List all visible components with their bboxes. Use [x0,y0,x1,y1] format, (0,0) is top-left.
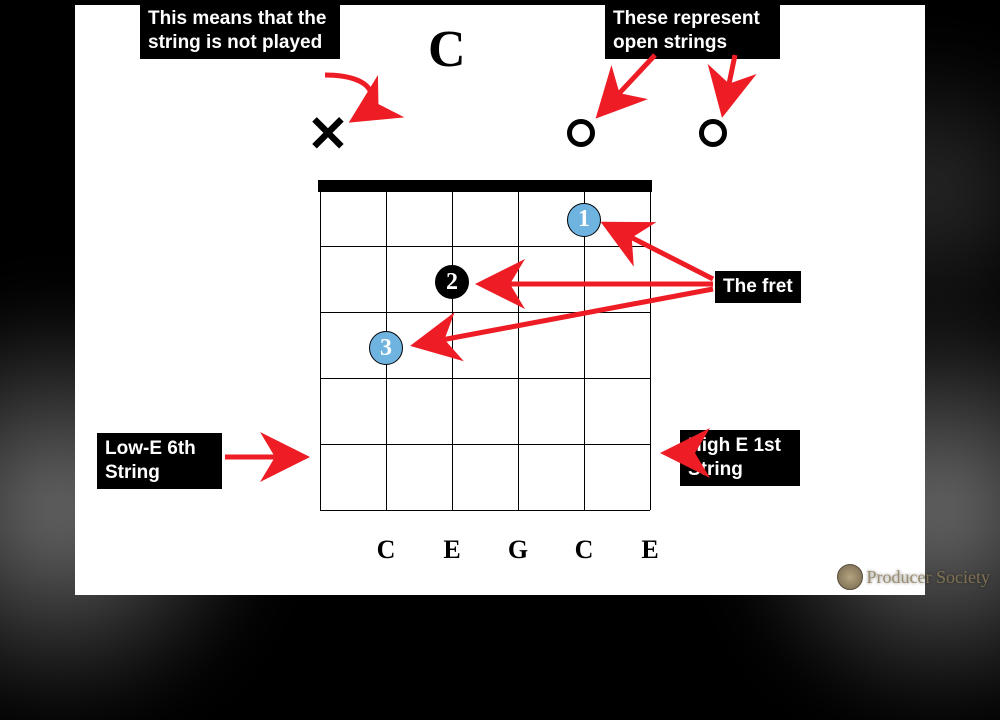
note-label: C [377,535,396,565]
logo-text: Producer Society [867,567,990,588]
watermark-logo: Producer Society [837,564,990,590]
callout-low-e: Low-E 6th String [97,433,222,489]
open-circle-icon [567,119,595,147]
callout-high-e: High E 1st String [680,430,800,486]
fretboard: 1 2 3 [320,180,650,510]
finger-dot-3: 3 [369,331,403,365]
callout-fret: The fret [715,271,801,303]
finger-dot-2: 2 [435,265,469,299]
note-label: G [508,535,528,565]
callout-mute: This means that the string is not played [140,3,340,59]
mute-x-icon: ✕ [307,105,349,163]
finger-dot-1: 1 [567,203,601,237]
note-label: C [575,535,594,565]
chord-name-label: C [428,20,466,79]
diagram-panel: C ✕ 1 2 3 C E G C E This means that t [75,5,925,595]
note-label: E [641,535,658,565]
note-label: E [443,535,460,565]
open-circle-icon [699,119,727,147]
logo-badge-icon [837,564,863,590]
callout-open: These represent open strings [605,3,780,59]
